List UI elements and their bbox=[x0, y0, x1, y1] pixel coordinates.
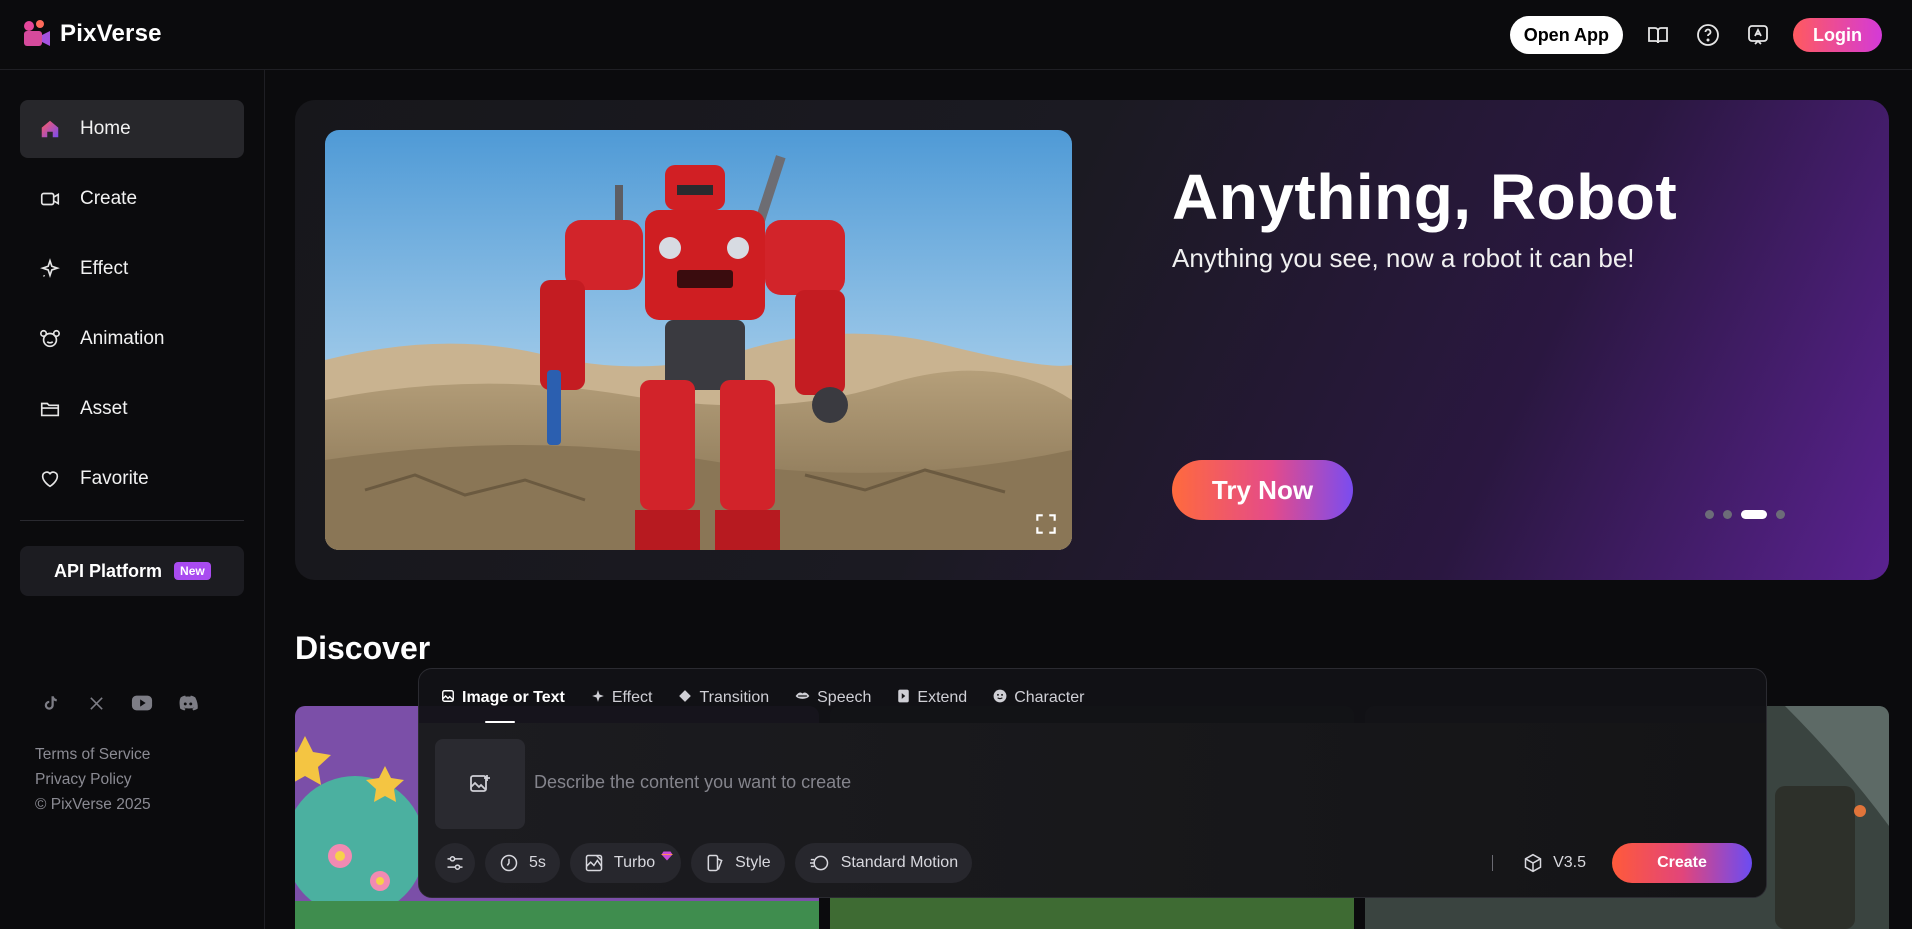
fullscreen-icon[interactable] bbox=[1028, 506, 1064, 542]
sparkle-icon bbox=[591, 689, 605, 708]
motion-selector[interactable]: Standard Motion bbox=[794, 843, 973, 883]
heart-icon bbox=[38, 467, 62, 491]
carousel-dot[interactable] bbox=[1776, 510, 1785, 519]
model-version-value: V3.5 bbox=[1553, 854, 1586, 871]
top-bar: PixVerse Open App Login bbox=[0, 0, 1912, 70]
duration-value: 5s bbox=[529, 854, 546, 871]
transition-icon bbox=[678, 689, 692, 708]
tab-label: Extend bbox=[917, 689, 968, 706]
video-camera-icon bbox=[38, 187, 62, 211]
add-image-icon bbox=[470, 775, 490, 792]
style-value: Style bbox=[735, 854, 771, 871]
tiktok-icon[interactable] bbox=[38, 691, 62, 715]
open-app-button[interactable]: Open App bbox=[1509, 16, 1624, 54]
quality-value: Turbo bbox=[613, 854, 656, 871]
sidebar-divider bbox=[20, 520, 244, 521]
clock-icon bbox=[500, 854, 518, 872]
sidebar-item-animation[interactable]: Animation bbox=[20, 310, 244, 368]
logo-text: PixVerse bbox=[60, 20, 162, 47]
tab-effect[interactable]: Effect bbox=[591, 687, 653, 709]
prompt-composer: Image or Text Effect Transition Speech E… bbox=[418, 668, 1767, 898]
discord-icon[interactable] bbox=[176, 691, 200, 715]
home-icon bbox=[38, 117, 62, 141]
login-button[interactable]: Login bbox=[1793, 18, 1882, 52]
lips-icon bbox=[795, 689, 810, 707]
copyright-text: © PixVerse 2025 bbox=[35, 796, 151, 813]
sidebar-item-label: Home bbox=[80, 118, 131, 139]
robot-illustration bbox=[325, 130, 1072, 550]
youtube-icon[interactable] bbox=[130, 691, 154, 715]
x-icon[interactable] bbox=[84, 691, 108, 715]
terms-link[interactable]: Terms of Service bbox=[35, 742, 151, 767]
tab-label: Effect bbox=[611, 689, 653, 706]
sidebar-item-create[interactable]: Create bbox=[20, 170, 244, 228]
logo[interactable]: PixVerse bbox=[20, 18, 162, 50]
generation-settings: 5s Turbo Style Standard Motion bbox=[435, 843, 973, 883]
sidebar-item-label: Asset bbox=[80, 398, 128, 419]
privacy-link[interactable]: Privacy Policy bbox=[35, 767, 151, 792]
sidebar: Home Create Effect Animation Asset Favor… bbox=[0, 70, 265, 929]
composer-tabs: Image or Text Effect Transition Speech E… bbox=[441, 687, 1084, 709]
create-button[interactable]: Create bbox=[1612, 843, 1752, 883]
tab-label: Image or Text bbox=[462, 689, 565, 706]
motion-value: Standard Motion bbox=[840, 854, 959, 871]
sparkle-icon bbox=[38, 257, 62, 281]
carousel-dot-active[interactable] bbox=[1741, 510, 1767, 519]
tab-extend[interactable]: Extend bbox=[897, 687, 967, 709]
tab-speech[interactable]: Speech bbox=[795, 687, 871, 709]
book-icon[interactable] bbox=[1643, 20, 1673, 50]
turbo-icon bbox=[585, 854, 603, 872]
feedback-icon[interactable] bbox=[1743, 20, 1773, 50]
premium-gem-icon bbox=[661, 848, 673, 866]
sidebar-item-home[interactable]: Home bbox=[20, 100, 244, 158]
sidebar-item-label: Animation bbox=[80, 328, 165, 349]
footer-links: Terms of Service Privacy Policy © PixVer… bbox=[35, 742, 151, 817]
upload-image-button[interactable] bbox=[435, 739, 525, 829]
duration-selector[interactable]: 5s bbox=[485, 843, 560, 883]
composer-actions: V3.5 Create bbox=[1492, 843, 1752, 883]
sidebar-item-favorite[interactable]: Favorite bbox=[20, 450, 244, 508]
tab-character[interactable]: Character bbox=[993, 687, 1084, 709]
tab-label: Character bbox=[1014, 689, 1085, 706]
hero-banner: Anything, Robot Anything you see, now a … bbox=[295, 100, 1889, 580]
tab-label: Transition bbox=[699, 689, 770, 706]
prompt-input[interactable]: Describe the content you want to create bbox=[534, 772, 851, 793]
divider bbox=[1492, 855, 1494, 871]
sidebar-item-label: Create bbox=[80, 188, 138, 209]
image-icon bbox=[441, 689, 455, 708]
extend-icon bbox=[897, 689, 910, 708]
mascot-icon bbox=[38, 327, 62, 351]
help-icon[interactable] bbox=[1693, 20, 1723, 50]
model-version-selector[interactable]: V3.5 bbox=[1523, 853, 1586, 873]
social-links bbox=[38, 691, 200, 715]
sidebar-item-label: Favorite bbox=[80, 468, 149, 489]
tab-transition[interactable]: Transition bbox=[678, 687, 769, 709]
sidebar-item-label: Effect bbox=[80, 258, 129, 279]
new-badge: New bbox=[174, 562, 211, 580]
banner-subtitle: Anything you see, now a robot it can be! bbox=[1172, 243, 1635, 273]
carousel-dot[interactable] bbox=[1705, 510, 1714, 519]
sidebar-item-effect[interactable]: Effect bbox=[20, 240, 244, 298]
motion-icon bbox=[809, 855, 828, 871]
style-icon bbox=[707, 854, 723, 872]
sliders-icon bbox=[447, 856, 463, 870]
hero-image[interactable] bbox=[325, 130, 1072, 550]
carousel-indicator bbox=[1705, 510, 1785, 519]
discover-heading: Discover bbox=[295, 630, 431, 666]
tab-label: Speech bbox=[817, 689, 872, 706]
sidebar-item-asset[interactable]: Asset bbox=[20, 380, 244, 438]
cube-icon bbox=[1524, 853, 1542, 873]
settings-sliders-button[interactable] bbox=[435, 843, 475, 883]
face-icon bbox=[993, 689, 1007, 708]
carousel-dot[interactable] bbox=[1723, 510, 1732, 519]
try-now-button[interactable]: Try Now bbox=[1172, 460, 1353, 520]
style-selector[interactable]: Style bbox=[691, 843, 785, 883]
api-platform-button[interactable]: API Platform New bbox=[20, 546, 244, 596]
quality-selector[interactable]: Turbo bbox=[569, 843, 682, 883]
api-platform-label: API Platform bbox=[54, 560, 163, 581]
folder-icon bbox=[38, 397, 62, 421]
banner-title: Anything, Robot bbox=[1172, 161, 1678, 233]
pixverse-logo-icon bbox=[24, 20, 50, 46]
tab-image-or-text[interactable]: Image or Text bbox=[441, 687, 565, 709]
